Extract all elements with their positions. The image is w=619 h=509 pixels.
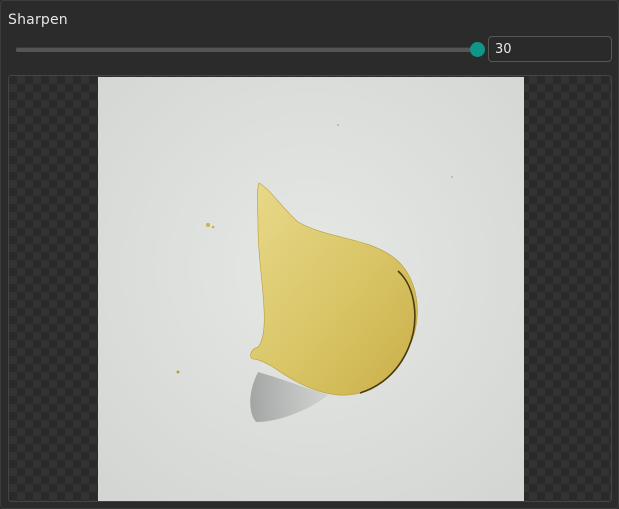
panel-title: Sharpen xyxy=(8,12,68,28)
slider-fill xyxy=(16,48,478,52)
sharpen-value-input[interactable] xyxy=(488,36,612,62)
preview-image xyxy=(98,77,524,501)
image-preview xyxy=(8,75,612,502)
sharpen-panel: Sharpen xyxy=(0,0,619,509)
sharpen-slider[interactable] xyxy=(16,42,485,57)
slider-thumb[interactable] xyxy=(470,42,485,57)
